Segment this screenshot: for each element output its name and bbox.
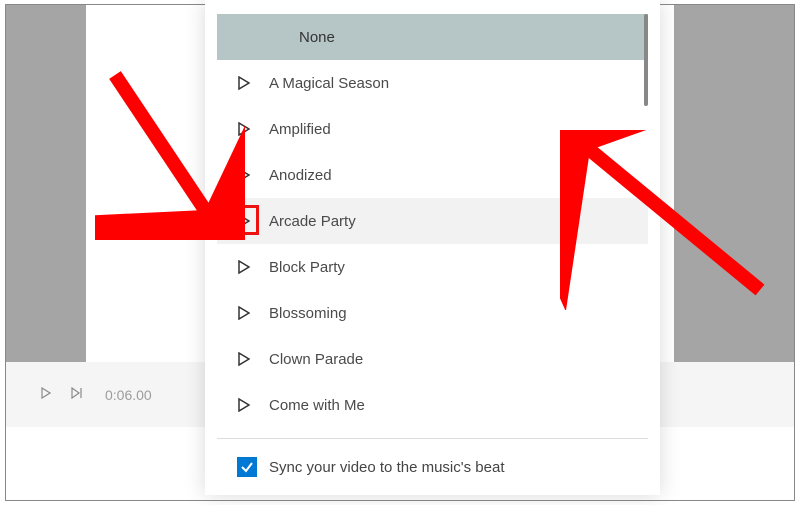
music-item[interactable]: Blossoming <box>217 290 648 336</box>
music-item-label: Arcade Party <box>269 213 356 230</box>
music-picker-panel: None A Magical Season Amplified Anodized Arc… <box>205 0 660 495</box>
music-item[interactable]: Anodized <box>217 152 648 198</box>
music-item-label: Come with Me <box>269 397 365 414</box>
step-forward-icon[interactable] <box>71 387 85 402</box>
timeline-time: 0:06.00 <box>105 387 152 403</box>
sync-label: Sync your video to the music's beat <box>269 459 504 476</box>
music-item[interactable]: None <box>217 14 648 60</box>
preview-panel-left <box>6 5 86 362</box>
play-preview-icon[interactable] <box>237 168 251 182</box>
music-item-label: Blossoming <box>269 305 347 322</box>
music-item[interactable]: A Magical Season <box>217 60 648 106</box>
music-footer: Sync your video to the music's beat <box>217 438 648 477</box>
music-item[interactable]: Clown Parade <box>217 336 648 382</box>
music-item[interactable]: Arcade Party <box>217 198 648 244</box>
preview-panel-right <box>674 5 794 362</box>
music-item[interactable]: Amplified <box>217 106 648 152</box>
music-item[interactable]: Come with Me <box>217 382 648 428</box>
play-icon[interactable] <box>41 387 51 402</box>
play-preview-icon[interactable] <box>237 352 251 366</box>
play-preview-icon[interactable] <box>237 76 251 90</box>
sync-checkbox[interactable] <box>237 457 257 477</box>
play-preview-icon[interactable] <box>237 260 251 274</box>
music-item-label: A Magical Season <box>269 75 389 92</box>
play-preview-icon[interactable] <box>237 306 251 320</box>
scrollbar[interactable] <box>644 14 648 415</box>
music-item-label: Clown Parade <box>269 351 363 368</box>
scrollbar-thumb[interactable] <box>644 14 648 106</box>
music-list: None A Magical Season Amplified Anodized Arc… <box>217 14 648 415</box>
music-item[interactable]: Block Party <box>217 244 648 290</box>
music-item-label: None <box>299 29 335 46</box>
play-preview-icon[interactable] <box>237 214 251 228</box>
music-item-label: Anodized <box>269 167 332 184</box>
music-item-label: Amplified <box>269 121 331 138</box>
play-preview-icon[interactable] <box>237 398 251 412</box>
music-item-label: Block Party <box>269 259 345 276</box>
play-preview-icon[interactable] <box>237 122 251 136</box>
